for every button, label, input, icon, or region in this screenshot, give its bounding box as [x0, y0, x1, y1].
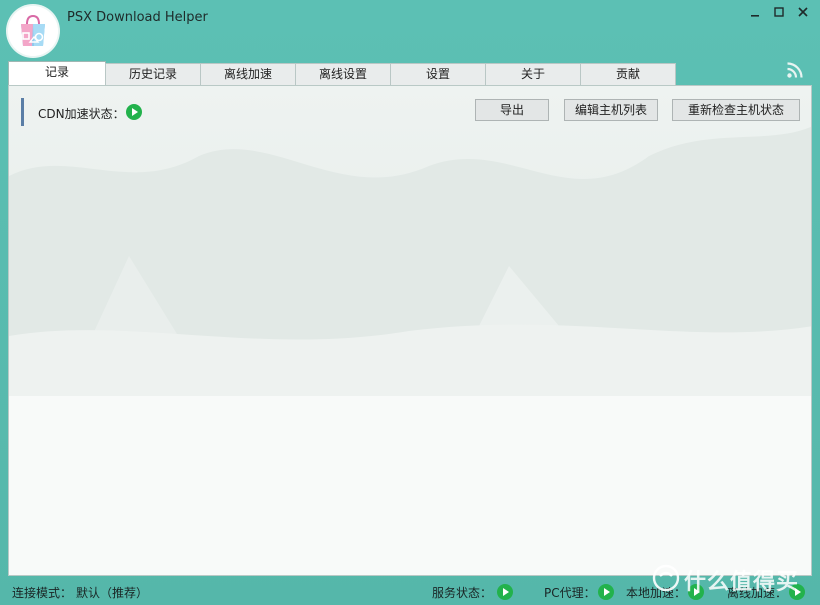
tab-history[interactable]: 历史记录	[105, 63, 201, 85]
minimize-button[interactable]	[744, 4, 766, 24]
minimize-icon	[751, 15, 759, 17]
connection-mode-label: 连接模式：	[12, 586, 73, 600]
app-logo	[8, 6, 58, 56]
close-icon	[798, 7, 808, 17]
cdn-status-play-icon[interactable]	[126, 104, 142, 120]
maximize-icon	[774, 7, 784, 17]
edit-host-list-button[interactable]: 编辑主机列表	[564, 99, 658, 121]
maximize-button[interactable]	[768, 4, 790, 24]
watermark-logo-icon	[652, 564, 680, 592]
pc-proxy-play-icon[interactable]	[598, 584, 614, 600]
close-button[interactable]	[792, 4, 814, 24]
background-scene-image	[9, 86, 811, 575]
window-title: PSX Download Helper	[67, 10, 208, 25]
tab-offline-accel[interactable]: 离线加速	[200, 63, 296, 85]
section-accent-bar	[21, 98, 24, 126]
tab-contribute[interactable]: 贡献	[580, 63, 676, 85]
pc-proxy-label: PC代理：	[544, 586, 596, 600]
tab-settings[interactable]: 设置	[390, 63, 486, 85]
cdn-status-label: CDN加速状态：	[38, 107, 125, 121]
service-status-label: 服务状态：	[432, 586, 493, 600]
connection-mode-value[interactable]: 默认（推荐）	[76, 584, 148, 601]
tab-bar: 记录 历史记录 离线加速 离线设置 设置 关于 贡献	[8, 61, 676, 85]
tab-records[interactable]: 记录	[8, 61, 106, 85]
rss-icon[interactable]	[785, 60, 805, 80]
playstation-store-logo-icon	[8, 6, 58, 56]
watermark-text: 什么值得买	[684, 570, 800, 595]
records-panel: CDN加速状态： 导出 编辑主机列表 重新检查主机状态	[8, 85, 812, 576]
export-button[interactable]: 导出	[475, 99, 549, 121]
tab-offline-settings[interactable]: 离线设置	[295, 63, 391, 85]
app-window: PSX Download Helper 记录 历史记录 离线加速 离线设置 设置…	[0, 0, 820, 605]
service-status-play-icon[interactable]	[497, 584, 513, 600]
recheck-host-status-button[interactable]: 重新检查主机状态	[672, 99, 800, 121]
tab-about[interactable]: 关于	[485, 63, 581, 85]
